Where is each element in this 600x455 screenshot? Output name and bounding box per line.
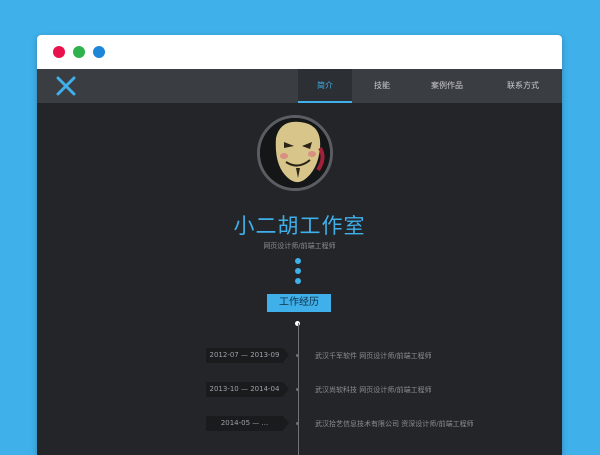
logo-x-icon[interactable] [56,76,76,96]
browser-window: 简介 技能 案例作品 联系方式 小二胡工作室 网页设计师/前端工程师 工作经历 [37,35,562,455]
divider-dot [295,258,301,264]
timeline-date-2: 2013-10 — 2014-04 [206,382,289,397]
minimize-window-button[interactable] [93,46,105,58]
close-window-button[interactable] [53,46,65,58]
window-titlebar [37,35,562,69]
timeline-detail-1: 武汉千军软件 网页设计师/前端工程师 [315,352,432,360]
maximize-window-button[interactable] [73,46,85,58]
nav-item-portfolio[interactable]: 案例作品 [417,69,477,103]
mask-avatar-image [260,118,330,188]
avatar [257,115,333,191]
timeline-dot [296,422,299,425]
studio-role: 网页设计师/前端工程师 [263,242,336,250]
timeline-dot [296,388,299,391]
timeline-detail-2: 武汉尚软科技 网页设计师/前端工程师 [315,386,432,394]
nav-item-skills[interactable]: 技能 [355,69,409,103]
nav-item-intro[interactable]: 简介 [298,69,352,103]
timeline-detail-3: 武汉拾艺信息技术有限公司 资深设计师/前端工程师 [315,420,474,428]
timeline-dot [296,354,299,357]
experience-heading: 工作经历 [267,294,331,312]
main-content: 小二胡工作室 网页设计师/前端工程师 工作经历 2012-07 — 2013-0… [37,103,562,455]
timeline-date-3: 2014-05 — ... [206,416,289,431]
top-navbar: 简介 技能 案例作品 联系方式 [37,69,562,103]
studio-name: 小二胡工作室 [233,214,366,238]
timeline-date-1: 2012-07 — 2013-09 [206,348,289,363]
nav-item-contact[interactable]: 联系方式 [492,69,554,103]
divider-dot [295,278,301,284]
divider-dot [295,268,301,274]
